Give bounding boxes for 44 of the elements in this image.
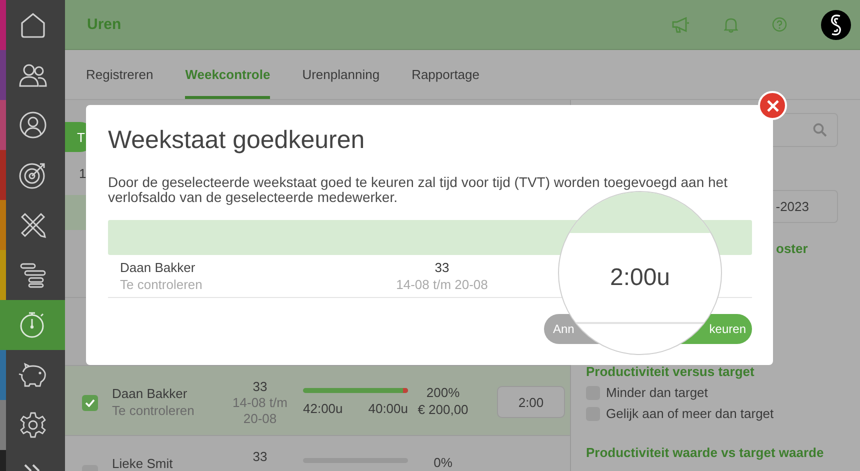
- employee-name: Daan Bakker: [120, 259, 196, 276]
- stopwatch-icon: [18, 310, 46, 340]
- checkbox-label: Minder dan target: [606, 385, 708, 400]
- week-number: 33: [252, 379, 268, 395]
- search-icon: [813, 123, 827, 137]
- user-icon: [18, 111, 46, 139]
- hours-text: 42:00u: [303, 401, 343, 416]
- status-text: Te controleren: [120, 276, 204, 293]
- people-icon: [18, 62, 46, 88]
- home-icon: [18, 11, 46, 39]
- amount-text: € 200,00: [418, 401, 468, 418]
- employee-name: Daan Bakker: [112, 385, 188, 402]
- tab[interactable]: Registreren: [86, 50, 154, 99]
- filter-heading: Productiviteit waarde vs target waarde: [586, 445, 825, 460]
- gear-icon: [18, 411, 46, 439]
- bars-icon: [18, 262, 46, 288]
- week-period: 14-08 t/m 20-08: [396, 276, 488, 293]
- status-text: Te controleren: [112, 402, 196, 419]
- page-title: Uren: [87, 16, 122, 33]
- tab[interactable]: Urenplanning: [302, 50, 380, 99]
- check-icon: [85, 399, 95, 407]
- hours-text: 2:00u: [610, 264, 670, 292]
- filter-heading: oster: [775, 241, 809, 256]
- tvt-input[interactable]: 2:00: [497, 386, 565, 418]
- week-number: 33: [252, 449, 268, 465]
- employee-name: Lieke Smit: [112, 455, 174, 471]
- logo-icon[interactable]: [821, 10, 851, 40]
- percentage-text: 200%: [426, 384, 460, 401]
- pencil-ruler-icon: [18, 211, 46, 239]
- tab[interactable]: Rapportage: [412, 50, 480, 99]
- checkbox-label: Gelijk aan of meer dan target: [606, 406, 774, 421]
- percentage-text: 0%: [434, 454, 452, 471]
- filter-heading: Productiviteit versus target: [586, 364, 756, 379]
- target-icon: [18, 161, 46, 189]
- checkbox[interactable]: [82, 395, 98, 411]
- week-period: 14-08 t/m 20-08: [232, 395, 288, 427]
- target-hours-text: 40:00u: [368, 401, 408, 416]
- dialog-description: Door de geselecteerde weekstaat goed te keuren zal tijd voor tijd (TVT) worden toegevoegd aan het verlofsaldo van de geselecteerde medewerker.: [108, 175, 728, 205]
- dialog-title: Weekstaat goedkeuren: [108, 125, 366, 155]
- count-text: 1: [79, 165, 86, 183]
- table-row[interactable]: Daan Bakker Te controleren 33 14-08 t/m 20-08 42:00u 40:00u 200% € 200,00 2:00: [65, 366, 570, 436]
- close-icon: [766, 100, 778, 112]
- piggy-bank-icon: [18, 362, 48, 388]
- week-number: 33: [434, 259, 450, 276]
